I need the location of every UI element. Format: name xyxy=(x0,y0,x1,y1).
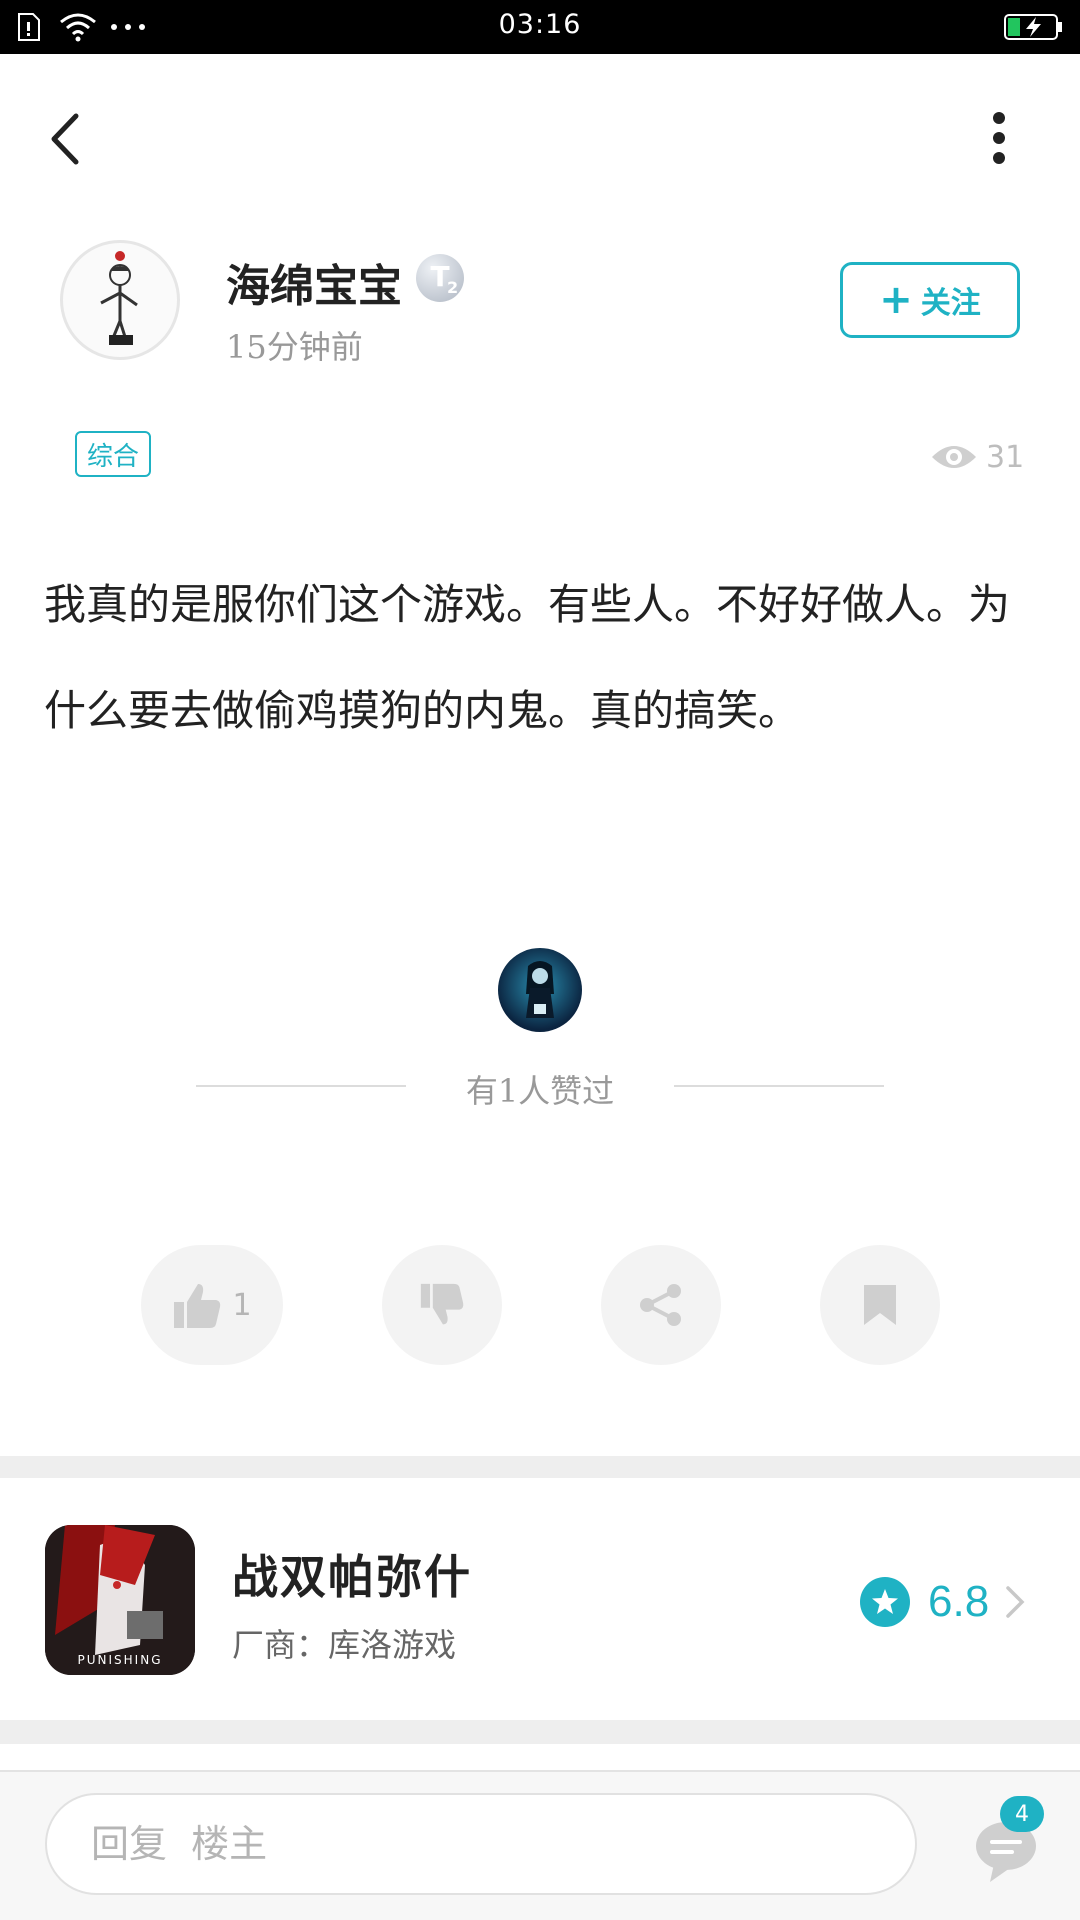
reply-input[interactable] xyxy=(45,1793,917,1895)
view-count: 31 xyxy=(930,437,1024,477)
level-badge: T 2 xyxy=(416,254,464,302)
dislike-button[interactable] xyxy=(382,1245,502,1365)
more-options-icon[interactable] xyxy=(984,110,1014,166)
likes-summary[interactable]: 有1人赞过 xyxy=(0,1066,1080,1112)
game-icon[interactable]: PUNISHING xyxy=(45,1525,195,1675)
follow-label: 关注 xyxy=(920,286,981,321)
star-icon xyxy=(860,1577,910,1627)
avatar-image xyxy=(100,251,138,345)
like-count: 1 xyxy=(232,1287,252,1323)
post-time: 15分钟前 xyxy=(226,328,363,366)
game-icon-label: PUNISHING xyxy=(77,1653,163,1667)
divider-right xyxy=(674,1085,884,1087)
view-count-value: 31 xyxy=(986,439,1025,475)
author-name[interactable]: 海绵宝宝 xyxy=(226,250,402,314)
share-icon xyxy=(640,1284,681,1326)
bookmark-icon xyxy=(864,1285,896,1325)
battery-charging-icon xyxy=(1004,14,1062,40)
section-divider-bottom xyxy=(0,1720,1080,1744)
thumbs-up-icon xyxy=(174,1284,221,1328)
category-tag[interactable]: 综合 xyxy=(75,431,152,477)
post-content: 我真的是服你们这个游戏。有些人。不好好做人。为什么要去做偷鸡摸狗的内鬼。真的搞笑… xyxy=(44,580,1011,735)
liker-avatar[interactable] xyxy=(498,948,582,1032)
badge-level: 2 xyxy=(447,278,459,297)
comment-count-badge: 4 xyxy=(1000,1796,1044,1832)
thumbs-down-icon xyxy=(420,1283,464,1325)
section-divider xyxy=(0,1456,1080,1478)
chevron-right-icon[interactable] xyxy=(1003,1584,1027,1620)
like-button[interactable]: 1 xyxy=(141,1245,283,1365)
share-button[interactable] xyxy=(601,1245,721,1365)
game-vendor: 厂商：库洛游戏 xyxy=(232,1626,457,1664)
eye-icon xyxy=(932,446,976,468)
game-name: 战双帕弥什 xyxy=(232,1550,472,1604)
rating-value: 6.8 xyxy=(928,1577,990,1626)
back-button[interactable] xyxy=(46,112,86,166)
status-time: 03:16 xyxy=(498,9,582,40)
follow-button[interactable]: + 关注 xyxy=(840,262,1020,338)
plus-icon: + xyxy=(879,277,913,323)
avatar[interactable] xyxy=(60,240,180,360)
game-rating: 6.8 xyxy=(860,1574,1027,1630)
bookmark-button[interactable] xyxy=(820,1245,940,1365)
status-bar: 03:16 xyxy=(0,0,1080,54)
liker-avatar-image xyxy=(526,961,554,1018)
